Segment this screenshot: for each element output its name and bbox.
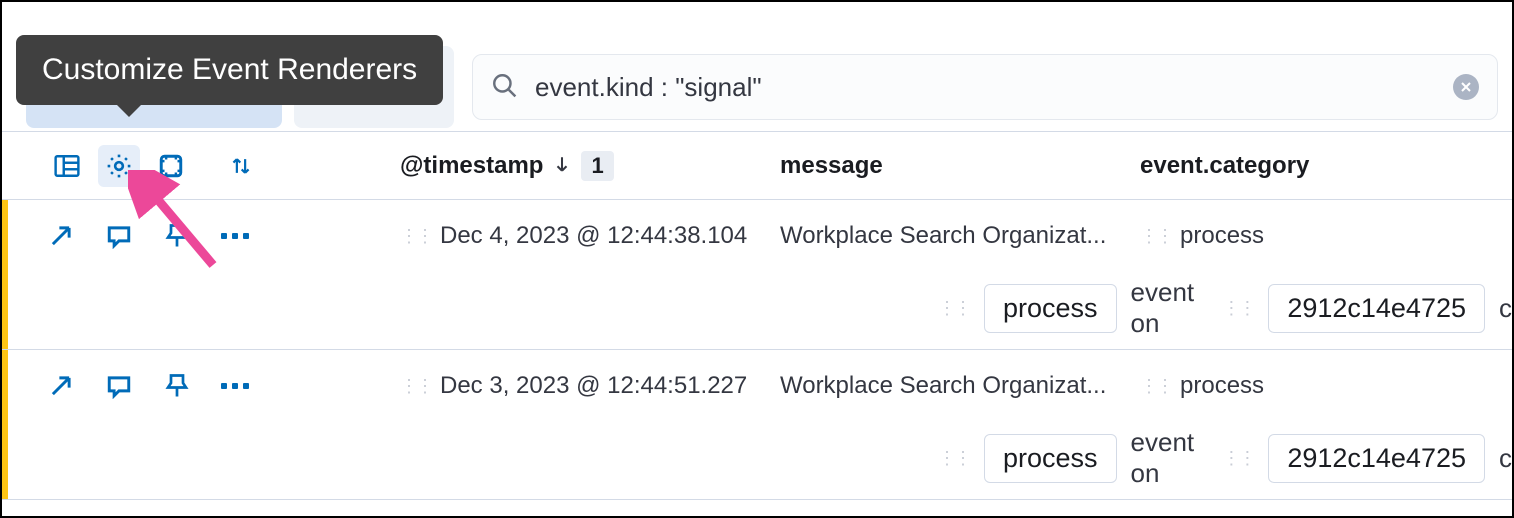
fields-browser-button[interactable] [46, 145, 88, 187]
tooltip-text: Customize Event Renderers [42, 53, 417, 86]
drag-handle-icon[interactable]: ⋮⋮ [938, 303, 970, 313]
customize-renderers-button[interactable] [98, 145, 140, 187]
customize-renderers-tooltip: Customize Event Renderers [16, 35, 443, 105]
comment-icon[interactable] [104, 221, 134, 251]
more-actions-icon[interactable] [220, 371, 250, 401]
sort-desc-icon [553, 152, 571, 180]
expand-icon[interactable] [46, 221, 76, 251]
event-renderer-row: ⋮⋮ process event on ⋮⋮ 2912c14e4725 c [46, 422, 1512, 494]
cell-category: ⋮⋮ process [1140, 372, 1512, 400]
comment-icon[interactable] [104, 371, 134, 401]
table-row: ⋮⋮ Dec 4, 2023 @ 12:44:38.104 Workplace … [2, 200, 1512, 350]
renderer-trail: c [1499, 443, 1512, 474]
row-highlight-bar [2, 200, 8, 349]
table-row: ⋮⋮ Dec 3, 2023 @ 12:44:51.227 Workplace … [2, 350, 1512, 500]
renderer-host-pill[interactable]: 2912c14e4725 [1268, 284, 1485, 333]
clear-search-button[interactable] [1453, 74, 1479, 100]
pin-icon[interactable] [162, 371, 192, 401]
renderer-verb: event on [1131, 427, 1209, 489]
column-timestamp-label: @timestamp [400, 152, 543, 180]
search-bar[interactable]: event.kind : "signal" [472, 54, 1498, 120]
renderer-verb: event on [1131, 277, 1209, 339]
drag-handle-icon[interactable]: ⋮⋮ [938, 453, 970, 463]
column-category-label: event.category [1140, 152, 1309, 179]
renderer-subject-pill[interactable]: process [984, 284, 1117, 333]
column-header-timestamp[interactable]: @timestamp 1 [400, 151, 780, 181]
toolbar-row: @timestamp 1 message event.category [2, 132, 1512, 200]
search-icon [491, 72, 517, 103]
expand-icon[interactable] [46, 371, 76, 401]
cell-message: Workplace Search Organizat... [780, 222, 1140, 250]
drag-handle-icon[interactable]: ⋮⋮ [1140, 231, 1172, 241]
row-highlight-bar [2, 350, 8, 499]
cell-category: ⋮⋮ process [1140, 222, 1512, 250]
cell-timestamp: ⋮⋮ Dec 3, 2023 @ 12:44:51.227 [400, 372, 780, 400]
drag-handle-icon[interactable]: ⋮⋮ [1140, 381, 1172, 391]
cell-timestamp: ⋮⋮ Dec 4, 2023 @ 12:44:38.104 [400, 222, 780, 250]
column-message-label: message [780, 152, 883, 179]
sort-order-badge: 1 [581, 151, 613, 181]
pin-icon[interactable] [162, 221, 192, 251]
drag-handle-icon[interactable]: ⋮⋮ [1222, 453, 1254, 463]
drag-handle-icon[interactable]: ⋮⋮ [1222, 303, 1254, 313]
fullscreen-button[interactable] [150, 145, 192, 187]
drag-handle-icon[interactable]: ⋮⋮ [400, 231, 432, 241]
event-renderer-row: ⋮⋮ process event on ⋮⋮ 2912c14e4725 c [46, 272, 1512, 344]
renderer-host-pill[interactable]: 2912c14e4725 [1268, 434, 1485, 483]
column-header-category[interactable]: event.category [1140, 152, 1512, 180]
more-actions-icon[interactable] [220, 221, 250, 251]
drag-handle-icon[interactable]: ⋮⋮ [400, 381, 432, 391]
cell-message: Workplace Search Organizat... [780, 372, 1140, 400]
renderer-subject-pill[interactable]: process [984, 434, 1117, 483]
column-header-message[interactable]: message [780, 152, 1140, 180]
search-query-text: event.kind : "signal" [535, 72, 1453, 103]
sort-button[interactable] [220, 145, 262, 187]
renderer-trail: c [1499, 293, 1512, 324]
